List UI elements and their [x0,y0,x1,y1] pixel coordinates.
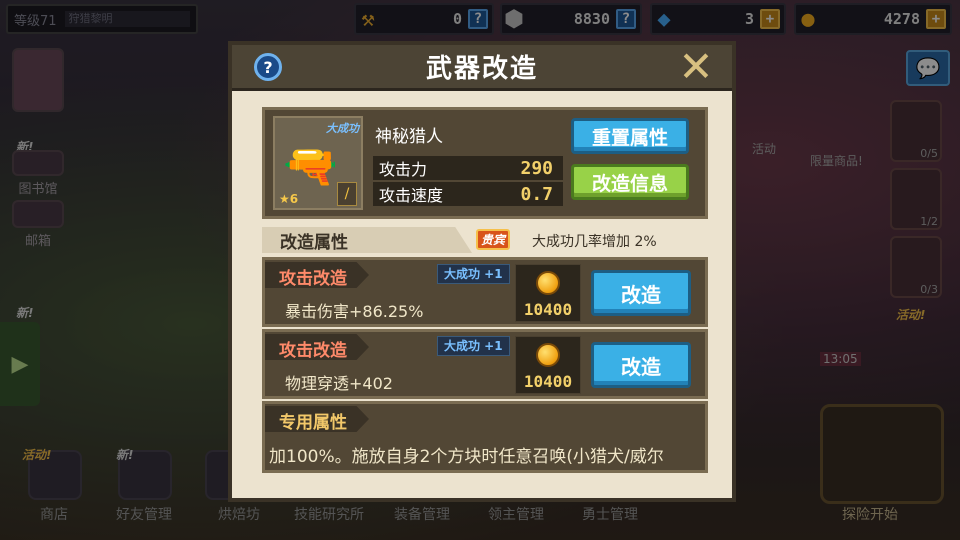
vip-bonus-text: 大成功几率增加 2% [532,234,657,250]
stat-label: 攻击速度 [379,186,444,205]
mod-description: 物理穿透+402 [285,374,393,393]
exclusive-attribute-row: 专用属性 加100%。施放自身2个方块时任意召唤(小猎犬/威尔 [262,401,708,473]
great-success-bonus: 大成功 +1 [437,336,510,356]
attributes-header: 改造属性 贵宾 大成功几率增加 2% [262,227,708,253]
great-success-bonus: 大成功 +1 [437,264,510,284]
star-rating: ★6 [279,192,299,206]
stat-value: 0.7 [520,183,553,205]
cost-value: 10400 [523,372,573,391]
exclusive-description: 加100%。施放自身2个方块时任意召唤(小猎犬/威尔 [269,447,664,467]
mod-row: 攻击改造 大成功 +1 暴击伤害+86.25% 10400 改造 [262,257,708,327]
stat-label: 攻击力 [379,160,428,179]
close-icon[interactable]: ✕ [676,46,716,88]
star-count: 6 [289,192,299,206]
weapon-name: 神秘猎人 [375,127,443,147]
modify-button[interactable]: 改造 [591,342,691,388]
help-icon[interactable]: ? [254,53,282,81]
vip-badge: 贵宾 [476,229,511,250]
great-success-tag: 大成功 [326,122,359,135]
coin-icon [536,271,560,295]
cost-box: 10400 [515,336,581,394]
reset-attributes-button[interactable]: 重置属性 [571,118,689,154]
stat-attack: 攻击力 290 [373,156,563,180]
material-icon: / [337,182,357,206]
stat-value: 290 [520,157,553,179]
cost-value: 10400 [523,300,573,319]
coin-icon [536,343,560,367]
mod-label: 攻击改造 [279,269,347,289]
weapon-slot[interactable]: 大成功 🔫 ★6 / [273,116,363,210]
stat-attack-speed: 攻击速度 0.7 [373,182,563,206]
weapon-panel: 大成功 🔫 ★6 / 神秘猎人 攻击力 290 攻击速度 0.7 重置属性 改造… [262,107,708,219]
mod-row: 攻击改造 大成功 +1 物理穿透+402 10400 改造 [262,329,708,399]
mod-info-button[interactable]: 改造信息 [571,164,689,200]
dialog-title: 武器改造 [425,54,538,84]
exclusive-label: 专用属性 [279,413,347,433]
mod-label: 攻击改造 [279,341,347,361]
modify-button[interactable]: 改造 [591,270,691,316]
mod-description: 暴击伤害+86.25% [285,302,424,321]
dialog-header: ? 武器改造 ✕ [232,45,732,91]
cost-box: 10400 [515,264,581,322]
attributes-title: 改造属性 [280,232,348,253]
gun-icon: 🔫 [283,141,338,192]
weapon-mod-dialog: ? 武器改造 ✕ 大成功 🔫 ★6 / 神秘猎人 攻击力 290 攻击速度 0.… [228,41,736,502]
